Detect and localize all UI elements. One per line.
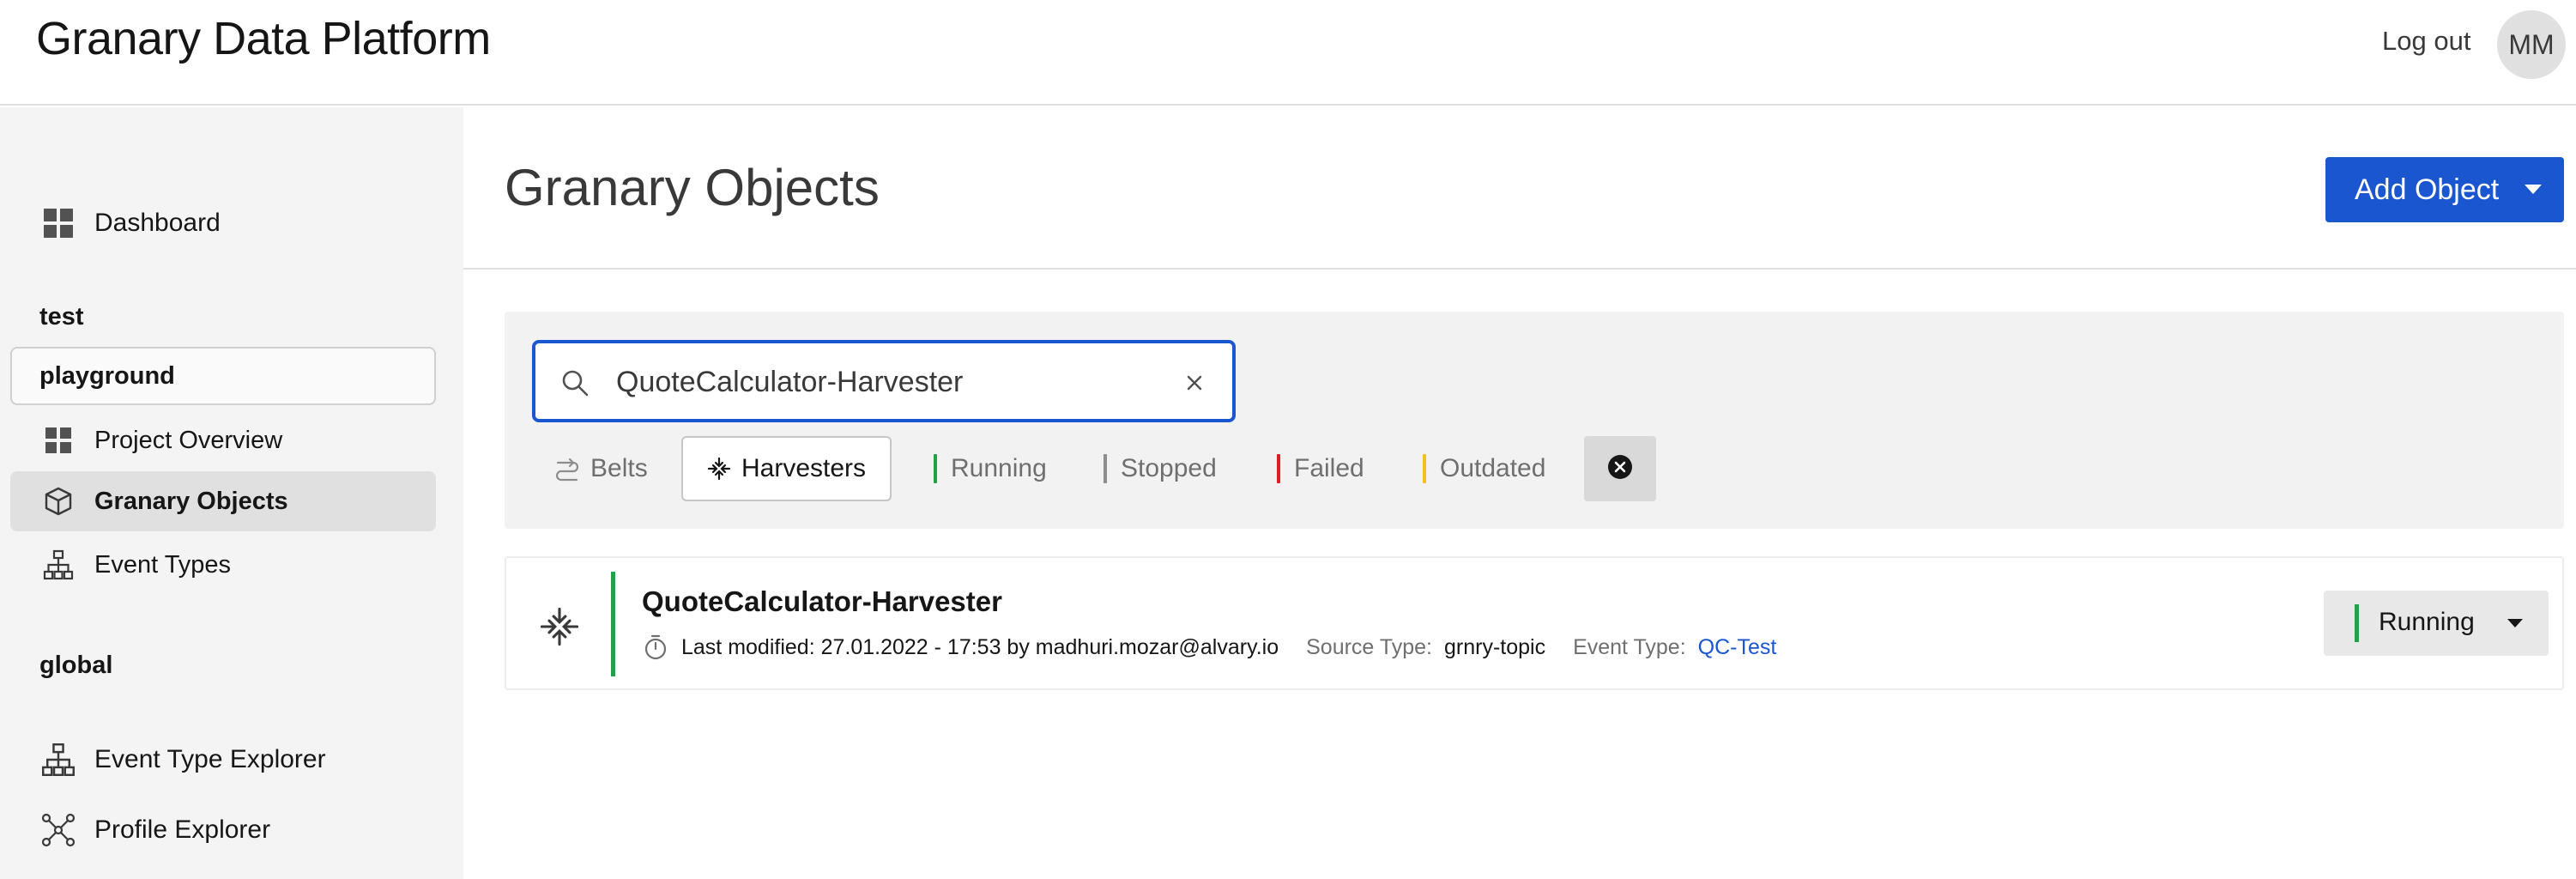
filter-status-running[interactable]: Running <box>934 436 1047 501</box>
grid-icon <box>39 421 77 459</box>
reset-filters-button[interactable] <box>1584 436 1656 501</box>
sidebar: Dashboard test playground Project Overvi… <box>0 107 463 879</box>
sidebar-item-label: Profile Explorer <box>94 815 271 844</box>
filter-chip-label: Outdated <box>1440 454 1546 482</box>
filter-chip-label: Harvesters <box>741 454 867 482</box>
section-heading-global: global <box>39 652 113 679</box>
result-card: QuoteCalculator-Harvester Last modified:… <box>505 556 2564 690</box>
top-header: Granary Data Platform Log out MM <box>0 0 2576 106</box>
sidebar-item-project-overview[interactable]: Project Overview <box>10 410 436 470</box>
logout-link[interactable]: Log out <box>2382 26 2470 57</box>
project-selector[interactable]: playground <box>10 347 436 405</box>
chevron-down-icon <box>2525 185 2542 194</box>
project-name: playground <box>39 361 175 390</box>
chevron-down-icon <box>2507 619 2523 627</box>
timer-icon <box>642 633 669 661</box>
status-color-bar <box>1104 454 1107 483</box>
status-dropdown[interactable]: Running <box>2324 591 2549 656</box>
source-type-label: Source Type: <box>1306 634 1432 659</box>
close-circle-icon <box>1606 453 1634 485</box>
sidebar-item-granary-objects[interactable]: Granary Objects <box>10 471 436 531</box>
search-field[interactable] <box>532 340 1236 422</box>
hierarchy-icon <box>39 546 77 584</box>
add-object-label: Add Object <box>2355 173 2500 206</box>
sidebar-item-dashboard[interactable]: Dashboard <box>10 193 436 253</box>
app-title[interactable]: Granary Data Platform <box>36 12 491 65</box>
sidebar-item-label: Granary Objects <box>94 487 288 515</box>
sidebar-item-profile-explorer[interactable]: Profile Explorer <box>10 800 436 860</box>
cube-icon <box>39 482 77 520</box>
add-object-button[interactable]: Add Object <box>2325 157 2564 222</box>
close-icon[interactable] <box>1179 367 1210 398</box>
event-type-link[interactable]: QC-Test <box>1698 635 1777 660</box>
filter-chip-label: Stopped <box>1121 454 1217 482</box>
status-color-bar <box>1423 454 1426 483</box>
status-color-bar <box>934 454 937 483</box>
source-type-value: grnry-topic <box>1443 634 1546 659</box>
filter-chip-belts[interactable]: Belts <box>554 436 648 501</box>
avatar[interactable]: MM <box>2497 10 2566 79</box>
filter-chip-label: Belts <box>590 454 648 482</box>
belts-icon <box>554 456 580 482</box>
grid-icon <box>39 204 77 242</box>
filter-status-failed[interactable]: Failed <box>1277 436 1364 501</box>
filter-status-stopped[interactable]: Stopped <box>1104 436 1217 501</box>
status-accent-bar <box>611 572 615 676</box>
divider <box>463 268 2576 270</box>
result-title[interactable]: QuoteCalculator-Harvester <box>642 585 1002 618</box>
page-title: Granary Objects <box>505 159 880 216</box>
filter-chip-label: Failed <box>1294 454 1364 482</box>
result-meta: Last modified: 27.01.2022 - 17:53 by mad… <box>642 633 1776 661</box>
harvester-icon <box>539 606 580 647</box>
last-modified: Last modified: 27.01.2022 - 17:53 by mad… <box>681 634 1279 659</box>
status-dropdown-label: Running <box>2379 608 2475 636</box>
status-color-bar <box>2355 604 2359 642</box>
search-input[interactable] <box>616 361 1148 403</box>
network-icon <box>39 811 77 849</box>
filter-status-outdated[interactable]: Outdated <box>1423 436 1545 501</box>
hierarchy-icon <box>39 741 77 779</box>
sidebar-item-label: Dashboard <box>94 209 221 237</box>
filter-chip-label: Running <box>951 454 1047 482</box>
event-type-label: Event Type: <box>1573 634 1686 659</box>
section-heading-test: test <box>39 303 84 330</box>
sidebar-item-event-types[interactable]: Event Types <box>10 535 436 595</box>
filter-chip-harvesters[interactable]: Harvesters <box>681 436 892 501</box>
search-icon <box>559 367 590 398</box>
sidebar-item-event-type-explorer[interactable]: Event Type Explorer <box>10 730 436 790</box>
status-color-bar <box>1277 454 1280 483</box>
harvester-icon <box>707 457 731 481</box>
sidebar-item-label: Event Types <box>94 550 232 579</box>
sidebar-item-label: Project Overview <box>94 426 283 454</box>
sidebar-item-label: Event Type Explorer <box>94 745 326 773</box>
